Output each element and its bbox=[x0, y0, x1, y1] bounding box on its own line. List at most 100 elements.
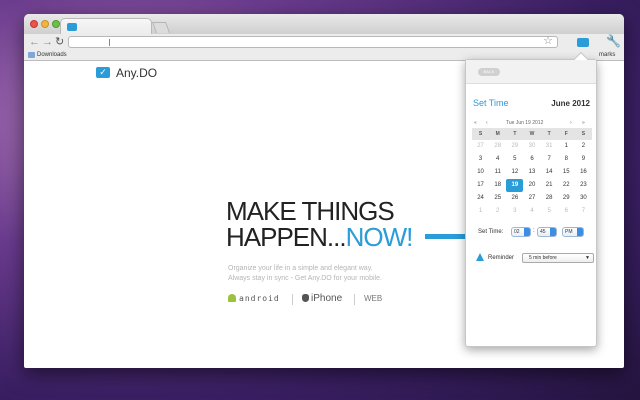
reminder-label: Reminder bbox=[488, 255, 515, 261]
hour-select[interactable]: 02 bbox=[511, 227, 531, 237]
android-label: android bbox=[239, 294, 280, 303]
apple-icon bbox=[302, 294, 309, 302]
weekday-header: W bbox=[523, 128, 541, 140]
ampm-value: PM bbox=[565, 229, 573, 235]
new-tab-button[interactable] bbox=[151, 22, 171, 33]
next-month-button[interactable]: › bbox=[570, 120, 572, 126]
set-time-popup: BACK Set Time June 2012 « ‹ Tue Jun 19 2… bbox=[465, 51, 597, 347]
calendar-day[interactable]: 28 bbox=[489, 140, 506, 153]
next-year-button[interactable]: » bbox=[582, 120, 585, 126]
back-arrow-icon[interactable]: ← bbox=[29, 35, 40, 49]
prev-month-button[interactable]: ‹ bbox=[486, 120, 488, 126]
calendar-day[interactable]: 7 bbox=[541, 153, 558, 166]
close-window-button[interactable] bbox=[30, 20, 38, 28]
ampm-select[interactable]: PM bbox=[562, 227, 584, 237]
calendar-day[interactable]: 1 bbox=[472, 205, 489, 218]
bookmark-star-icon[interactable]: ☆ bbox=[543, 34, 553, 47]
minute-select[interactable]: 45 bbox=[537, 227, 557, 237]
logo-text[interactable]: Any.DO bbox=[116, 66, 157, 80]
android-link[interactable]: android bbox=[228, 292, 280, 306]
hour-value: 02 bbox=[514, 229, 520, 235]
headline-line-2: HAPPEN... bbox=[226, 222, 347, 252]
calendar-day[interactable]: 31 bbox=[541, 140, 558, 153]
calendar-day[interactable]: 2 bbox=[489, 205, 506, 218]
set-time-label: Set Time: bbox=[478, 229, 504, 235]
calendar-day[interactable]: 12 bbox=[506, 166, 523, 179]
calendar-day[interactable]: 30 bbox=[575, 192, 592, 205]
navigation-bar: ← → ↻ ☆ 🔧 bbox=[24, 34, 624, 50]
calendar-day[interactable]: 18 bbox=[489, 179, 506, 192]
anydo-extension-icon[interactable] bbox=[577, 38, 589, 47]
calendar-grid: S M T W T F S 27 28 29 30 31 1 2 3 4 5 6 7 8 9 10 11 12 13 14 15 16… bbox=[472, 128, 592, 218]
calendar-day[interactable]: 2 bbox=[575, 140, 592, 153]
calendar-day[interactable]: 27 bbox=[523, 192, 540, 205]
calendar-day[interactable]: 20 bbox=[523, 179, 540, 192]
reminder-select[interactable]: 5 min before ▼ bbox=[522, 253, 594, 263]
calendar-day[interactable]: 26 bbox=[506, 192, 523, 205]
zoom-window-button[interactable] bbox=[52, 20, 60, 28]
calendar-day[interactable]: 21 bbox=[541, 179, 558, 192]
anydo-favicon-icon bbox=[67, 23, 77, 31]
calendar-day[interactable]: 5 bbox=[541, 205, 558, 218]
calendar-day[interactable]: 28 bbox=[541, 192, 558, 205]
calendar-day[interactable]: 16 bbox=[575, 166, 592, 179]
weekday-header: S bbox=[574, 128, 592, 140]
browser-tab[interactable] bbox=[60, 18, 152, 35]
calendar-nav: « ‹ Tue Jun 19 2012 › » bbox=[472, 118, 592, 128]
calendar-day[interactable]: 22 bbox=[558, 179, 575, 192]
weekday-header: F bbox=[557, 128, 575, 140]
calendar-day[interactable]: 11 bbox=[489, 166, 506, 179]
calendar-day[interactable]: 3 bbox=[506, 205, 523, 218]
bookmark-downloads[interactable]: Downloads bbox=[37, 51, 67, 60]
calendar-day[interactable]: 7 bbox=[575, 205, 592, 218]
weekday-header: M bbox=[489, 128, 507, 140]
minimize-window-button[interactable] bbox=[41, 20, 49, 28]
calendar-day-selected[interactable]: 19 bbox=[506, 179, 524, 192]
calendar-day[interactable]: 1 bbox=[558, 140, 575, 153]
back-button[interactable]: BACK bbox=[478, 68, 500, 76]
calendar-day[interactable]: 6 bbox=[523, 153, 540, 166]
select-arrow-icon bbox=[550, 228, 556, 236]
bookmark-other[interactable]: marks bbox=[599, 51, 615, 60]
calendar-day[interactable]: 6 bbox=[558, 205, 575, 218]
calendar-day[interactable]: 30 bbox=[523, 140, 540, 153]
tagline-line-1: Organize your life in a simple and elega… bbox=[228, 265, 373, 272]
headline-line-1: MAKE THINGS bbox=[226, 196, 395, 226]
select-arrow-icon bbox=[577, 228, 583, 236]
prev-year-button[interactable]: « bbox=[474, 120, 477, 126]
iphone-label: iPhone bbox=[311, 293, 343, 304]
calendar-day[interactable]: 5 bbox=[506, 153, 523, 166]
calendar-day[interactable]: 8 bbox=[558, 153, 575, 166]
browser-window: ← → ↻ ☆ 🔧 Downloads marks ✓ Any.DO MAKE … bbox=[24, 14, 624, 368]
calendar-day[interactable]: 24 bbox=[472, 192, 489, 205]
title-bar bbox=[24, 14, 624, 35]
calendar-day[interactable]: 29 bbox=[558, 192, 575, 205]
calendar-day[interactable]: 25 bbox=[489, 192, 506, 205]
calendar-day[interactable]: 23 bbox=[575, 179, 592, 192]
calendar-day[interactable]: 9 bbox=[575, 153, 592, 166]
minute-value: 45 bbox=[540, 229, 546, 235]
wrench-menu-icon[interactable]: 🔧 bbox=[606, 34, 621, 48]
calendar-current-date: Tue Jun 19 2012 bbox=[506, 120, 544, 126]
calendar-day[interactable]: 29 bbox=[506, 140, 523, 153]
folder-icon bbox=[28, 52, 35, 58]
calendar-day[interactable]: 10 bbox=[472, 166, 489, 179]
web-link[interactable]: WEB bbox=[364, 292, 382, 306]
tagline-line-2: Always stay in sync - Get Any.DO for you… bbox=[228, 275, 382, 282]
iphone-link[interactable]: iPhone bbox=[302, 292, 342, 306]
calendar-day[interactable]: 15 bbox=[558, 166, 575, 179]
calendar-day[interactable]: 4 bbox=[489, 153, 506, 166]
address-bar[interactable]: ☆ bbox=[68, 34, 558, 48]
calendar-day[interactable]: 3 bbox=[472, 153, 489, 166]
time-colon: : bbox=[533, 228, 535, 234]
calendar-day[interactable]: 17 bbox=[472, 179, 489, 192]
divider bbox=[292, 294, 293, 305]
calendar-day[interactable]: 4 bbox=[523, 205, 540, 218]
calendar-day[interactable]: 14 bbox=[541, 166, 558, 179]
weekday-header: T bbox=[506, 128, 524, 140]
calendar-day[interactable]: 13 bbox=[523, 166, 540, 179]
reload-icon[interactable]: ↻ bbox=[55, 35, 64, 49]
calendar-day[interactable]: 27 bbox=[472, 140, 489, 153]
divider bbox=[354, 294, 355, 305]
forward-arrow-icon[interactable]: → bbox=[42, 35, 53, 49]
